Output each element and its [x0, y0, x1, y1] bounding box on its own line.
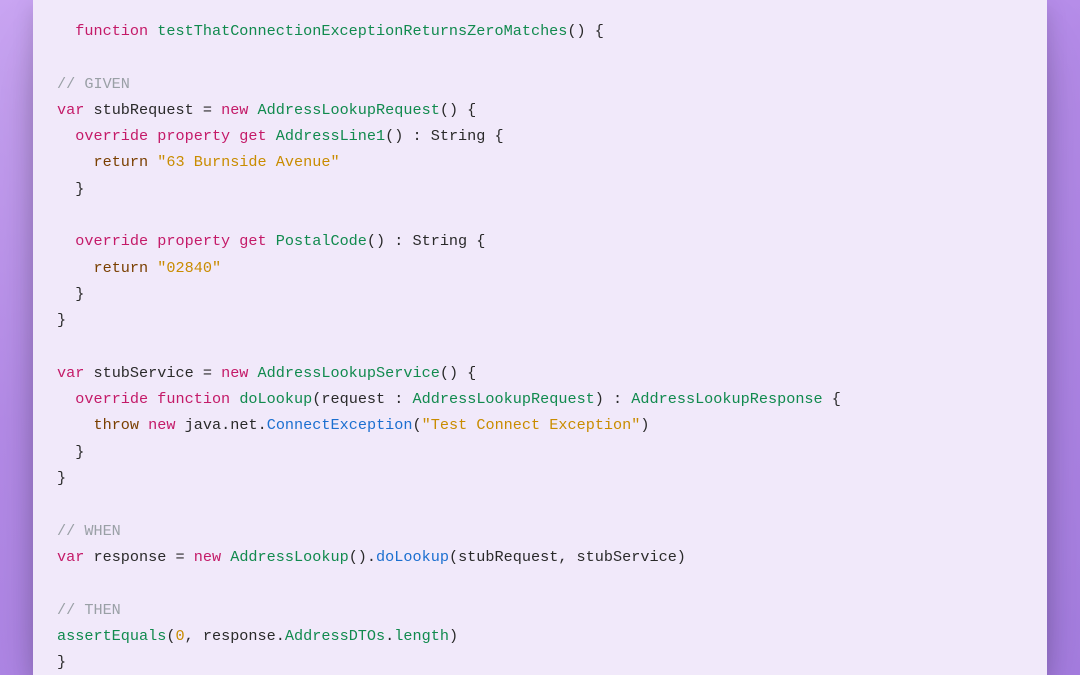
method-name: doLookup — [239, 390, 312, 408]
indent — [57, 127, 75, 145]
args: (stubRequest, stubService) — [449, 548, 686, 566]
indent — [57, 153, 93, 171]
punct: . — [221, 416, 230, 434]
comment-given: // GIVEN — [57, 75, 130, 93]
keyword-var: var — [57, 364, 84, 382]
punct: () { — [440, 364, 476, 382]
namespace: java — [185, 416, 221, 434]
indent — [57, 390, 75, 408]
property-name: AddressLine1 — [276, 127, 385, 145]
close-brace: } — [57, 180, 84, 198]
variable: stubRequest — [93, 101, 193, 119]
comment-then: // THEN — [57, 601, 121, 619]
keyword-override-fn: override function — [75, 390, 230, 408]
property-name: PostalCode — [276, 232, 367, 250]
close-brace: } — [57, 311, 66, 329]
keyword-var: var — [57, 548, 84, 566]
assert-call: assertEquals — [57, 627, 166, 645]
close-brace: } — [57, 653, 66, 671]
indent — [57, 259, 93, 277]
punct: ) — [449, 627, 458, 645]
punct: () : String { — [367, 232, 485, 250]
indent — [57, 416, 93, 434]
keyword-new: new — [221, 364, 248, 382]
property: length — [394, 627, 449, 645]
keyword-new: new — [148, 416, 175, 434]
string-literal: "Test Connect Exception" — [422, 416, 641, 434]
punct: . — [385, 627, 394, 645]
function-name: testThatConnectionExceptionReturnsZeroMa… — [157, 22, 567, 40]
punct: ) — [640, 416, 649, 434]
code-card: function testThatConnectionExceptionRetu… — [33, 0, 1047, 675]
property: AddressDTOs — [285, 627, 385, 645]
keyword-new: new — [194, 548, 221, 566]
close-brace: } — [57, 469, 66, 487]
exception-type: ConnectException — [267, 416, 413, 434]
return-type: AddressLookupResponse — [631, 390, 822, 408]
namespace: net — [230, 416, 257, 434]
punct: = — [166, 548, 193, 566]
close-brace: } — [57, 443, 84, 461]
string-literal: "63 Burnside Avenue" — [157, 153, 339, 171]
param-type: AddressLookupRequest — [413, 390, 595, 408]
punct: () : String { — [385, 127, 503, 145]
close-brace: } — [57, 285, 84, 303]
method-call: doLookup — [376, 548, 449, 566]
type-name: AddressLookup — [230, 548, 348, 566]
type-name: AddressLookupService — [258, 364, 440, 382]
param-name: request — [321, 390, 385, 408]
comment-when: // WHEN — [57, 522, 121, 540]
keyword-return: return — [93, 153, 148, 171]
punct: : — [385, 390, 412, 408]
string-literal: "02840" — [157, 259, 221, 277]
punct: () { — [440, 101, 476, 119]
keyword-override: override property get — [75, 232, 266, 250]
keyword-throw: throw — [93, 416, 139, 434]
punct: . — [258, 416, 267, 434]
keyword-function: function — [75, 22, 148, 40]
punct: = — [194, 364, 221, 382]
punct: , response. — [185, 627, 285, 645]
punct: ( — [312, 390, 321, 408]
keyword-return: return — [93, 259, 148, 277]
punct: (). — [349, 548, 376, 566]
keyword-new: new — [221, 101, 248, 119]
code-block: function testThatConnectionExceptionRetu… — [57, 18, 1023, 675]
punct: = — [194, 101, 221, 119]
punct: ( — [166, 627, 175, 645]
keyword-override: override property get — [75, 127, 266, 145]
number-literal: 0 — [176, 627, 185, 645]
type-name: AddressLookupRequest — [258, 101, 440, 119]
indent — [57, 232, 75, 250]
punct: ) : — [595, 390, 631, 408]
variable: stubService — [93, 364, 193, 382]
keyword-var: var — [57, 101, 84, 119]
punct: () { — [567, 22, 603, 40]
punct: { — [823, 390, 841, 408]
variable: response — [93, 548, 166, 566]
punct: ( — [413, 416, 422, 434]
